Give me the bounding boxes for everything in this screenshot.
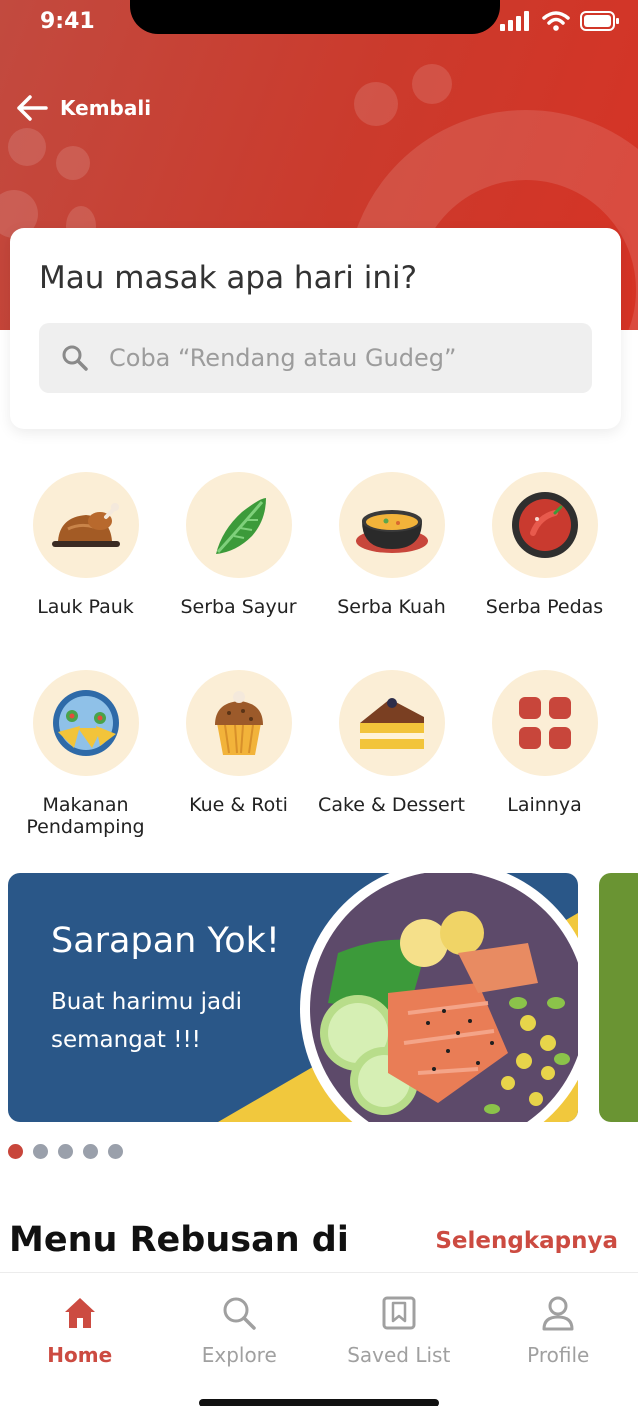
- profile-icon: [542, 1296, 574, 1331]
- category-serba-sayur[interactable]: Serba Sayur: [162, 472, 315, 618]
- status-time: 9:41: [40, 9, 95, 34]
- search-box[interactable]: [39, 323, 592, 393]
- category-makanan-pendamping[interactable]: Makanan Pendamping: [9, 670, 162, 838]
- category-cake-dessert[interactable]: Cake & Dessert: [315, 670, 468, 816]
- category-label: Lauk Pauk: [37, 596, 134, 618]
- cake-slice-icon: [359, 698, 424, 749]
- category-lainnya[interactable]: Lainnya: [468, 670, 621, 816]
- search-card: Mau masak apa hari ini?: [10, 228, 621, 429]
- arrow-left-icon: [17, 95, 48, 121]
- nav-label: Explore: [201, 1343, 277, 1367]
- category-icon-bg: [491, 472, 598, 578]
- decor-bubble: [354, 82, 398, 126]
- category-lauk-pauk[interactable]: Lauk Pauk: [9, 472, 162, 618]
- chili-icon: [511, 492, 578, 558]
- status-icons: [500, 11, 620, 31]
- decor-bubble: [56, 146, 90, 180]
- next-banner-peek[interactable]: [599, 873, 638, 1122]
- nav-label: Home: [47, 1343, 113, 1367]
- home-icon: [64, 1298, 95, 1328]
- category-icon-bg: [185, 472, 292, 578]
- bookmark-icon: [382, 1296, 416, 1330]
- category-label: Serba Kuah: [337, 596, 446, 618]
- grid-icon: [518, 697, 571, 749]
- category-icon-bg: [338, 670, 445, 776]
- category-label: Makanan Pendamping: [26, 794, 145, 838]
- category-label: Serba Sayur: [180, 596, 297, 618]
- nav-profile[interactable]: Profile: [479, 1273, 638, 1406]
- nav-saved-list[interactable]: Saved List: [319, 1273, 479, 1406]
- wifi-icon: [542, 11, 570, 31]
- nav-explore[interactable]: Explore: [160, 1273, 320, 1406]
- category-icon-bg: [491, 670, 598, 776]
- leaf-icon: [215, 498, 266, 554]
- category-serba-kuah[interactable]: Serba Kuah: [315, 472, 468, 618]
- back-button[interactable]: Kembali: [16, 94, 151, 122]
- muffin-icon: [214, 691, 263, 755]
- decor-bubble: [8, 128, 46, 166]
- nav-label: Profile: [527, 1343, 590, 1367]
- category-label: Lainnya: [507, 794, 582, 816]
- category-icon-bg: [32, 670, 139, 776]
- battery-icon: [580, 11, 619, 31]
- banner-subtitle: Buat harimu jadi semangat !!!: [51, 989, 243, 1053]
- device-notch: [130, 0, 500, 34]
- soup-bowl-icon: [355, 510, 428, 553]
- nav-label: Saved List: [347, 1343, 451, 1367]
- section-title: Menu Rebusan di: [9, 1220, 349, 1260]
- category-kue-roti[interactable]: Kue & Roti: [162, 670, 315, 816]
- nachos-icon: [52, 690, 119, 756]
- see-more-link[interactable]: Selengkapnya: [435, 1228, 618, 1254]
- search-icon: [62, 345, 88, 371]
- bottom-nav: Home Explore Saved List Profile: [0, 1272, 638, 1406]
- search-icon: [223, 1297, 256, 1330]
- category-icon-bg: [338, 472, 445, 578]
- nav-home[interactable]: Home: [0, 1273, 160, 1406]
- carousel-dot[interactable]: [83, 1144, 98, 1159]
- signal-icon: [500, 11, 529, 31]
- category-icon-bg: [32, 472, 139, 578]
- search-title: Mau masak apa hari ini?: [39, 260, 418, 296]
- carousel-dot[interactable]: [108, 1144, 123, 1159]
- decor-bubble: [412, 64, 452, 104]
- roast-chicken-icon: [51, 503, 120, 547]
- category-icon-bg: [185, 670, 292, 776]
- carousel-dot-active[interactable]: [8, 1144, 23, 1159]
- banner-title: Sarapan Yok!: [51, 921, 280, 961]
- category-label: Serba Pedas: [485, 596, 604, 618]
- search-input[interactable]: [109, 344, 549, 372]
- promo-banner[interactable]: Sarapan Yok! Buat harimu jadi semangat !…: [8, 873, 578, 1122]
- carousel-indicator: [8, 1144, 123, 1159]
- back-label: Kembali: [60, 96, 152, 120]
- category-label: Kue & Roti: [189, 794, 288, 816]
- home-indicator: [199, 1399, 439, 1406]
- category-serba-pedas[interactable]: Serba Pedas: [468, 472, 621, 618]
- category-label: Cake & Dessert: [318, 794, 465, 816]
- carousel-dot[interactable]: [33, 1144, 48, 1159]
- carousel-dot[interactable]: [58, 1144, 73, 1159]
